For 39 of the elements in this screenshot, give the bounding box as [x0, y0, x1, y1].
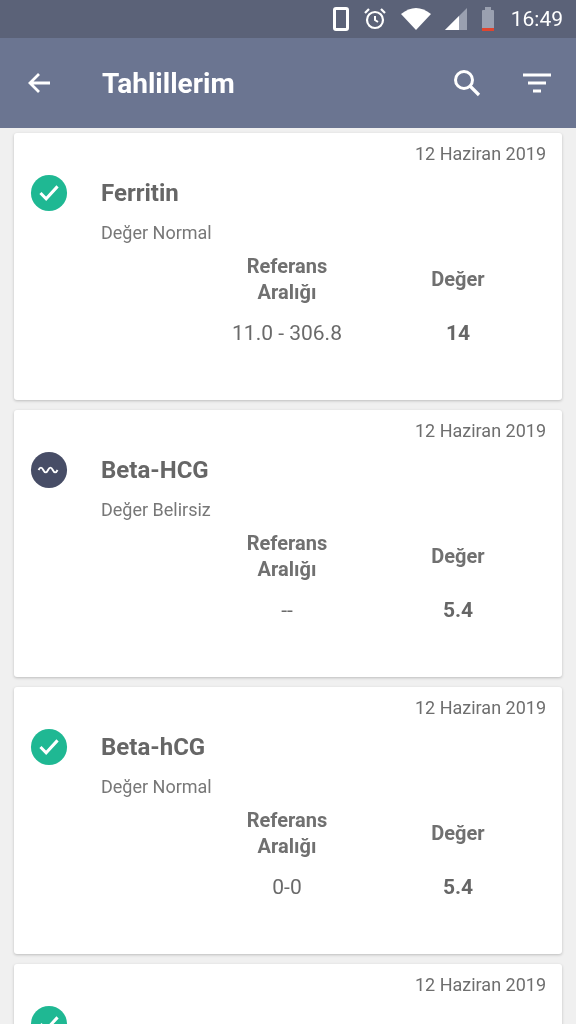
filter-icon: [522, 71, 552, 95]
column-header: Değer: [430, 266, 486, 292]
clock-time: 16:49: [510, 7, 563, 31]
result-value: 5.4: [441, 598, 475, 622]
status-text: Değer Normal: [101, 222, 213, 243]
result-value: 14: [444, 321, 472, 345]
column-header: Referans Aralığı: [245, 530, 329, 582]
reference-range: --: [280, 598, 294, 622]
test-name: Beta-HCG: [101, 456, 209, 484]
check-icon: [30, 174, 68, 212]
reference-range: 11.0 - 306.8: [231, 321, 343, 345]
arrow-icon: [26, 71, 52, 95]
result-value: 5.4: [441, 875, 475, 899]
result-card[interactable]: 12 Haziran 2019 Beta-HCG Değer Belirsiz Referans Aralığı Değer -- 5.4: [14, 410, 562, 677]
screen-title: Tahlillerim: [102, 66, 236, 100]
column-header: Referans Aralığı: [245, 253, 329, 305]
signal-icon: [444, 8, 467, 30]
column-header: Değer: [430, 820, 486, 846]
result-date: 12 Haziran 2019: [414, 974, 546, 995]
column-header: Referans Aralığı: [245, 807, 329, 859]
phone-icon: [332, 7, 349, 31]
result-card[interactable]: 12 Haziran 2019 Ferritin Değer Normal Referans Aralığı Değer 11.0 - 306.8 14: [14, 133, 562, 400]
search-icon: [452, 68, 482, 98]
result-date: 12 Haziran 2019: [414, 420, 546, 441]
wifi-icon: [400, 8, 431, 30]
wave-icon: [30, 451, 68, 489]
reference-range: 0-0: [271, 875, 303, 899]
result-card[interactable]: 12 Haziran 2019: [14, 964, 562, 1024]
alarm-icon: [362, 7, 387, 31]
result-date: 12 Haziran 2019: [414, 697, 546, 718]
status-text: Değer Belirsiz: [101, 499, 212, 520]
test-name: Ferritin: [101, 179, 179, 207]
result-date: 12 Haziran 2019: [414, 143, 546, 164]
status-text: Değer Normal: [101, 776, 213, 797]
result-card[interactable]: 12 Haziran 2019 Beta-hCG Değer Normal Referans Aralığı Değer 0-0 5.4: [14, 687, 562, 954]
test-name: Beta-hCG: [101, 733, 206, 761]
column-header: Değer: [430, 543, 486, 569]
check-icon: [30, 728, 68, 766]
battery-icon: [480, 7, 495, 31]
